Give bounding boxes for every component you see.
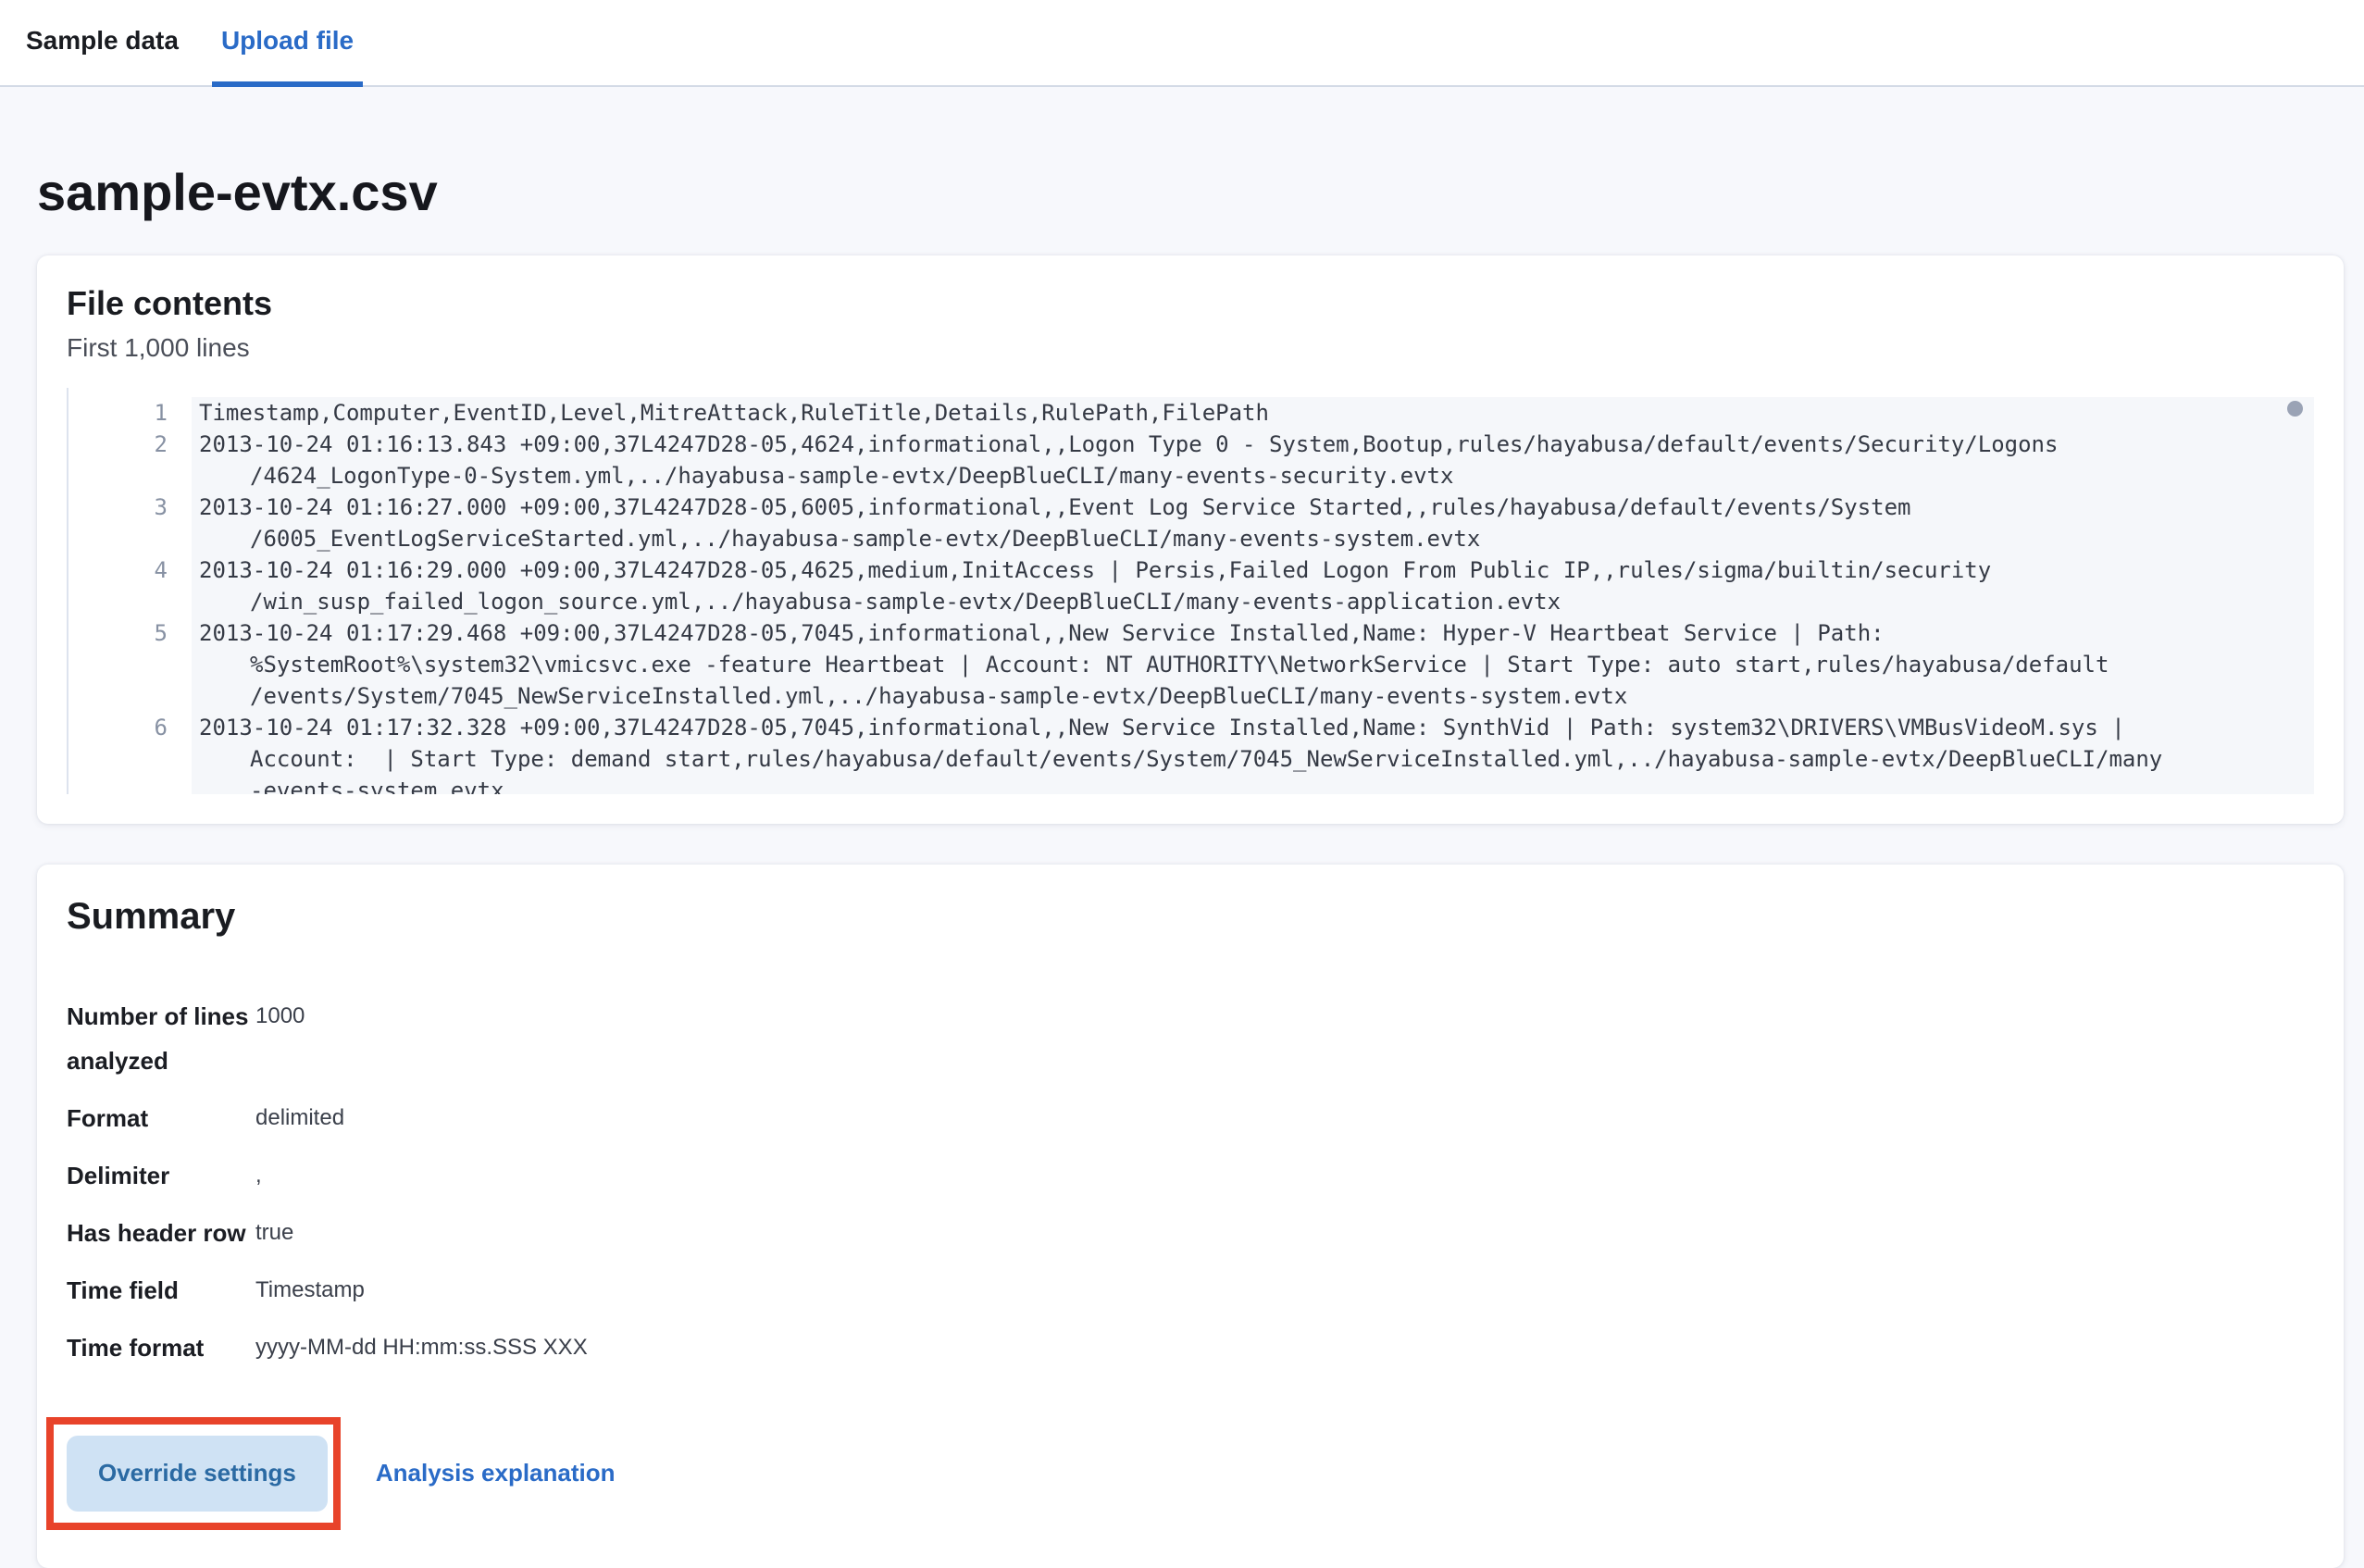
code-text: -events-system.evtx bbox=[192, 775, 2314, 794]
code-line: 22013-10-24 01:16:13.843 +09:00,37L4247D… bbox=[68, 429, 2314, 460]
line-number: 3 bbox=[68, 492, 192, 523]
summary-panel: Summary Number of lines analyzed1000 Form… bbox=[37, 865, 2344, 1568]
code-text: /6005_EventLogServiceStarted.yml,../haya… bbox=[192, 523, 2314, 554]
summary-row-value: 1000 bbox=[252, 994, 305, 1039]
page-content: sample-evtx.csv File contents First 1,00… bbox=[0, 87, 2364, 1568]
code-text: /events/System/7045_NewServiceInstalled.… bbox=[192, 680, 2314, 712]
summary-row-value: Timestamp bbox=[252, 1268, 365, 1313]
code-line: /win_susp_failed_logon_source.yml,../hay… bbox=[68, 586, 2314, 617]
scrollbar-thumb-icon[interactable] bbox=[2287, 401, 2303, 417]
code-text: Timestamp,Computer,EventID,Level,MitreAt… bbox=[192, 397, 2314, 429]
override-settings-wrapper: Override settings bbox=[67, 1436, 328, 1512]
analysis-explanation-link[interactable]: Analysis explanation bbox=[376, 1459, 616, 1487]
code-line: -events-system.evtx bbox=[68, 775, 2314, 794]
page-title: sample-evtx.csv bbox=[37, 163, 2344, 222]
summary-row-value: true bbox=[252, 1211, 293, 1255]
code-text: 2013-10-24 01:16:27.000 +09:00,37L4247D2… bbox=[192, 492, 2314, 523]
tab-sample-data[interactable]: Sample data bbox=[17, 0, 188, 87]
summary-row-value: , bbox=[252, 1153, 262, 1198]
code-line: /events/System/7045_NewServiceInstalled.… bbox=[68, 680, 2314, 712]
file-preview-codeblock[interactable]: 1Timestamp,Computer,EventID,Level,MitreA… bbox=[67, 388, 2314, 794]
line-number bbox=[68, 680, 192, 712]
code-line: 62013-10-24 01:17:32.328 +09:00,37L4247D… bbox=[68, 712, 2314, 743]
summary-row-value: yyyy-MM-dd HH:mm:ss.SSS XXX bbox=[252, 1325, 588, 1370]
summary-row-value: delimited bbox=[252, 1096, 344, 1140]
line-number bbox=[68, 460, 192, 492]
line-number bbox=[68, 743, 192, 775]
code-line: 1Timestamp,Computer,EventID,Level,MitreA… bbox=[68, 397, 2314, 429]
line-number bbox=[68, 523, 192, 554]
line-number bbox=[68, 649, 192, 680]
summary-description-list: Number of lines analyzed1000 Formatdelimi… bbox=[67, 994, 2314, 1370]
code-text: Account: | Start Type: demand start,rule… bbox=[192, 743, 2314, 775]
summary-row-label: Time format bbox=[67, 1325, 252, 1370]
code-text: 2013-10-24 01:16:13.843 +09:00,37L4247D2… bbox=[192, 429, 2314, 460]
code-line: 32013-10-24 01:16:27.000 +09:00,37L4247D… bbox=[68, 492, 2314, 523]
summary-row: Time fieldTimestamp bbox=[67, 1268, 2314, 1313]
summary-row: Formatdelimited bbox=[67, 1096, 2314, 1140]
line-number bbox=[68, 775, 192, 794]
summary-row-label: Delimiter bbox=[67, 1153, 252, 1198]
line-number: 5 bbox=[68, 617, 192, 649]
summary-row: Delimiter, bbox=[67, 1153, 2314, 1198]
file-contents-panel: File contents First 1,000 lines 1Timesta… bbox=[37, 255, 2344, 823]
summary-row-label: Number of lines analyzed bbox=[67, 994, 252, 1083]
tab-upload-file[interactable]: Upload file bbox=[212, 0, 363, 87]
line-number: 6 bbox=[68, 712, 192, 743]
line-number: 2 bbox=[68, 429, 192, 460]
file-contents-subtitle: First 1,000 lines bbox=[67, 330, 2314, 366]
code-text: 2013-10-24 01:17:32.328 +09:00,37L4247D2… bbox=[192, 712, 2314, 743]
code-text: 2013-10-24 01:17:29.468 +09:00,37L4247D2… bbox=[192, 617, 2314, 649]
summary-row-label: Time field bbox=[67, 1268, 252, 1313]
code-line: 42013-10-24 01:16:29.000 +09:00,37L4247D… bbox=[68, 554, 2314, 586]
top-tab-bar: Sample data Upload file bbox=[0, 0, 2364, 87]
code-line: %SystemRoot%\system32\vmicsvc.exe -featu… bbox=[68, 649, 2314, 680]
summary-row: Number of lines analyzed1000 bbox=[67, 994, 2314, 1083]
summary-row: Has header rowtrue bbox=[67, 1211, 2314, 1255]
code-line: 52013-10-24 01:17:29.468 +09:00,37L4247D… bbox=[68, 617, 2314, 649]
file-contents-heading: File contents bbox=[67, 283, 2314, 323]
line-number: 1 bbox=[68, 397, 192, 429]
code-text: /win_susp_failed_logon_source.yml,../hay… bbox=[192, 586, 2314, 617]
summary-actions: Override settings Analysis explanation bbox=[67, 1416, 2314, 1531]
line-number: 4 bbox=[68, 554, 192, 586]
code-text: 2013-10-24 01:16:29.000 +09:00,37L4247D2… bbox=[192, 554, 2314, 586]
code-line: Account: | Start Type: demand start,rule… bbox=[68, 743, 2314, 775]
code-text: %SystemRoot%\system32\vmicsvc.exe -featu… bbox=[192, 649, 2314, 680]
code-line: /4624_LogonType-0-System.yml,../hayabusa… bbox=[68, 460, 2314, 492]
code-line: /6005_EventLogServiceStarted.yml,../haya… bbox=[68, 523, 2314, 554]
line-number bbox=[68, 586, 192, 617]
code-text: /4624_LogonType-0-System.yml,../hayabusa… bbox=[192, 460, 2314, 492]
override-settings-button[interactable]: Override settings bbox=[67, 1436, 328, 1512]
summary-row-label: Has header row bbox=[67, 1211, 252, 1255]
summary-heading: Summary bbox=[67, 894, 2314, 939]
summary-row-label: Format bbox=[67, 1096, 252, 1140]
summary-row: Time formatyyyy-MM-dd HH:mm:ss.SSS XXX bbox=[67, 1325, 2314, 1370]
